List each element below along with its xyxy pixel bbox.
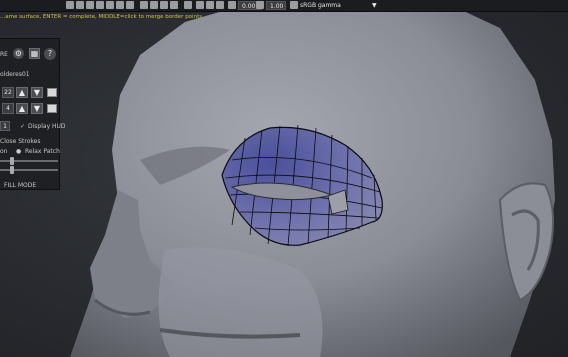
row2-decrement-button[interactable]: ▼ <box>31 103 43 114</box>
row2-color-swatch[interactable] <box>47 104 57 113</box>
row2-value-field[interactable]: 4 <box>2 103 14 114</box>
object-name-label: olderes01 <box>0 71 30 78</box>
row1-value-field[interactable]: 22 <box>2 87 14 98</box>
tool-icon[interactable] <box>126 1 134 9</box>
relax-icon[interactable]: ● <box>16 148 21 155</box>
status-message: ...ame surface, ENTER = complete, MIDDLE… <box>0 14 203 20</box>
row1-color-swatch[interactable] <box>47 88 57 97</box>
checkbox-check-icon[interactable]: ✓ <box>20 123 25 130</box>
mode-label[interactable]: FILL MODE <box>4 182 36 189</box>
3d-viewport[interactable] <box>0 0 568 357</box>
relax-patch-label[interactable]: Relax Patch <box>25 148 60 155</box>
tool-icon[interactable] <box>290 1 298 9</box>
colorspace-label[interactable]: sRGB gamma <box>300 1 341 10</box>
tool-icon[interactable] <box>228 1 236 9</box>
top-toolbar: 0.00 1.00 sRGB gamma ▼ <box>0 0 568 12</box>
tool-icon[interactable] <box>160 1 168 9</box>
row2-increment-button[interactable]: ▲ <box>16 103 28 114</box>
tool-icon[interactable] <box>76 1 84 9</box>
grid-icon[interactable]: ▦ <box>29 48 40 59</box>
tool-icon[interactable] <box>206 1 214 9</box>
row1-increment-button[interactable]: ▲ <box>16 87 28 98</box>
slider-handle[interactable] <box>10 157 14 165</box>
slider-track[interactable] <box>0 160 58 162</box>
tool-icon[interactable] <box>196 1 204 9</box>
tool-icon[interactable] <box>170 1 178 9</box>
relax-prefix-label: on <box>0 148 8 155</box>
tool-icon[interactable] <box>256 1 264 9</box>
tool-icon[interactable] <box>140 1 148 9</box>
chevron-down-icon[interactable]: ▼ <box>372 1 377 10</box>
close-strokes-label[interactable]: Close Strokes <box>0 138 41 145</box>
tool-options-panel: RE ⚙ ▦ ? olderes01 22 ▲ ▼ 4 ▲ ▼ 1 ✓ Disp… <box>0 38 66 190</box>
tool-icon[interactable] <box>216 1 224 9</box>
tool-icon[interactable] <box>86 1 94 9</box>
row1-decrement-button[interactable]: ▼ <box>31 87 43 98</box>
tool-icon[interactable] <box>66 1 74 9</box>
slider-track[interactable] <box>0 169 58 171</box>
tool-icon[interactable] <box>184 1 192 9</box>
slider-handle[interactable] <box>10 166 14 174</box>
help-icon[interactable]: ? <box>44 48 56 60</box>
settings-icon[interactable]: ⚙ <box>13 48 24 59</box>
value-field-b[interactable]: 1.00 <box>266 1 286 10</box>
tool-icon[interactable] <box>150 1 158 9</box>
tool-icon[interactable] <box>106 1 114 9</box>
panel-header-label: RE <box>0 51 8 58</box>
tool-icon[interactable] <box>116 1 124 9</box>
tool-icon[interactable] <box>96 1 104 9</box>
row3-value-field[interactable]: 1 <box>0 121 10 131</box>
head-sculpt-model <box>70 0 555 357</box>
display-hud-label: Display HUD <box>28 123 66 130</box>
